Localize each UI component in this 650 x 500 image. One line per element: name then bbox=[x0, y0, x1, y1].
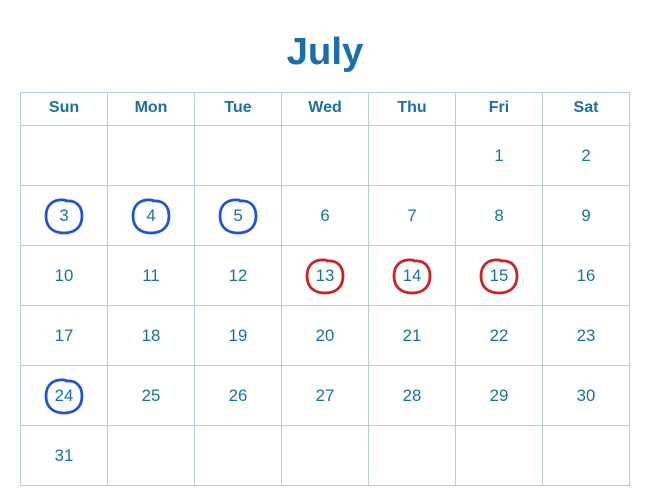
calendar-cell: 17 bbox=[21, 306, 108, 366]
calendar-cell bbox=[195, 426, 282, 486]
day-number: 9 bbox=[581, 206, 590, 226]
calendar-week-2: 10 11 12 13 14 15 16 bbox=[21, 246, 630, 306]
calendar-cell: 14 bbox=[369, 246, 456, 306]
calendar-cell bbox=[21, 126, 108, 186]
calendar-cell: 13 bbox=[282, 246, 369, 306]
calendar-cell: 25 bbox=[108, 366, 195, 426]
calendar-cell: 11 bbox=[108, 246, 195, 306]
calendar-cell: 7 bbox=[369, 186, 456, 246]
calendar-cell: 31 bbox=[21, 426, 108, 486]
day-number: 3 bbox=[59, 206, 68, 226]
day-number: 24 bbox=[55, 386, 74, 406]
calendar-cell bbox=[108, 126, 195, 186]
weekday-wed: Wed bbox=[282, 93, 369, 126]
calendar-cell: 15 bbox=[456, 246, 543, 306]
calendar-cell: 18 bbox=[108, 306, 195, 366]
calendar-cell: 10 bbox=[21, 246, 108, 306]
calendar-cell: 28 bbox=[369, 366, 456, 426]
day-number: 20 bbox=[316, 326, 335, 346]
day-number: 7 bbox=[407, 206, 416, 226]
day-number: 19 bbox=[229, 326, 248, 346]
calendar-week-5: 31 bbox=[21, 426, 630, 486]
day-number: 29 bbox=[490, 386, 509, 406]
calendar-cell: 5 bbox=[195, 186, 282, 246]
calendar-cell: 3 bbox=[21, 186, 108, 246]
calendar-cell: 29 bbox=[456, 366, 543, 426]
day-number: 16 bbox=[577, 266, 596, 286]
day-number: 14 bbox=[403, 266, 422, 286]
calendar-cell bbox=[282, 126, 369, 186]
calendar-cell: 21 bbox=[369, 306, 456, 366]
calendar-cell bbox=[369, 126, 456, 186]
day-number: 17 bbox=[55, 326, 74, 346]
calendar-week-4: 24 25 26 27 28 29 30 bbox=[21, 366, 630, 426]
calendar-week-1: 3 4 5 6 7 8 9 bbox=[21, 186, 630, 246]
calendar-cell: 19 bbox=[195, 306, 282, 366]
calendar-cell: 22 bbox=[456, 306, 543, 366]
calendar-cell: 9 bbox=[543, 186, 630, 246]
day-number: 2 bbox=[581, 146, 590, 166]
calendar-cell: 1 bbox=[456, 126, 543, 186]
calendar-table: SunMonTueWedThuFriSat 12 3 4 56789101112… bbox=[20, 92, 630, 486]
weekday-sun: Sun bbox=[21, 93, 108, 126]
calendar-cell: 16 bbox=[543, 246, 630, 306]
weekday-thu: Thu bbox=[369, 93, 456, 126]
day-number: 6 bbox=[320, 206, 329, 226]
day-number: 15 bbox=[490, 266, 509, 286]
weekday-mon: Mon bbox=[108, 93, 195, 126]
day-number: 13 bbox=[316, 266, 335, 286]
weekday-header-row: SunMonTueWedThuFriSat bbox=[21, 93, 630, 126]
calendar-week-3: 17 18 19 20 21 22 23 bbox=[21, 306, 630, 366]
calendar-cell bbox=[282, 426, 369, 486]
calendar-cell: 26 bbox=[195, 366, 282, 426]
calendar-title: July bbox=[287, 30, 364, 74]
day-number: 21 bbox=[403, 326, 422, 346]
calendar-cell bbox=[108, 426, 195, 486]
calendar-cell: 2 bbox=[543, 126, 630, 186]
calendar-cell: 8 bbox=[456, 186, 543, 246]
calendar-cell bbox=[195, 126, 282, 186]
calendar-week-0: 12 bbox=[21, 126, 630, 186]
day-number: 27 bbox=[316, 386, 335, 406]
calendar-cell bbox=[543, 426, 630, 486]
day-number: 11 bbox=[142, 266, 159, 286]
day-number: 26 bbox=[229, 386, 248, 406]
weekday-sat: Sat bbox=[543, 93, 630, 126]
day-number: 4 bbox=[146, 206, 155, 226]
day-number: 10 bbox=[55, 266, 74, 286]
calendar-cell: 4 bbox=[108, 186, 195, 246]
day-number: 12 bbox=[229, 266, 248, 286]
calendar-cell: 24 bbox=[21, 366, 108, 426]
calendar-cell bbox=[369, 426, 456, 486]
calendar-cell: 6 bbox=[282, 186, 369, 246]
calendar-cell bbox=[456, 426, 543, 486]
calendar-cell: 23 bbox=[543, 306, 630, 366]
weekday-tue: Tue bbox=[195, 93, 282, 126]
calendar-cell: 12 bbox=[195, 246, 282, 306]
day-number: 1 bbox=[494, 146, 503, 166]
calendar-cell: 20 bbox=[282, 306, 369, 366]
day-number: 30 bbox=[577, 386, 596, 406]
day-number: 31 bbox=[55, 446, 74, 466]
day-number: 18 bbox=[142, 326, 161, 346]
day-number: 8 bbox=[494, 206, 503, 226]
day-number: 22 bbox=[490, 326, 509, 346]
calendar-cell: 27 bbox=[282, 366, 369, 426]
day-number: 23 bbox=[577, 326, 596, 346]
day-number: 25 bbox=[142, 386, 161, 406]
weekday-fri: Fri bbox=[456, 93, 543, 126]
day-number: 5 bbox=[233, 206, 242, 226]
day-number: 28 bbox=[403, 386, 422, 406]
calendar-cell: 30 bbox=[543, 366, 630, 426]
